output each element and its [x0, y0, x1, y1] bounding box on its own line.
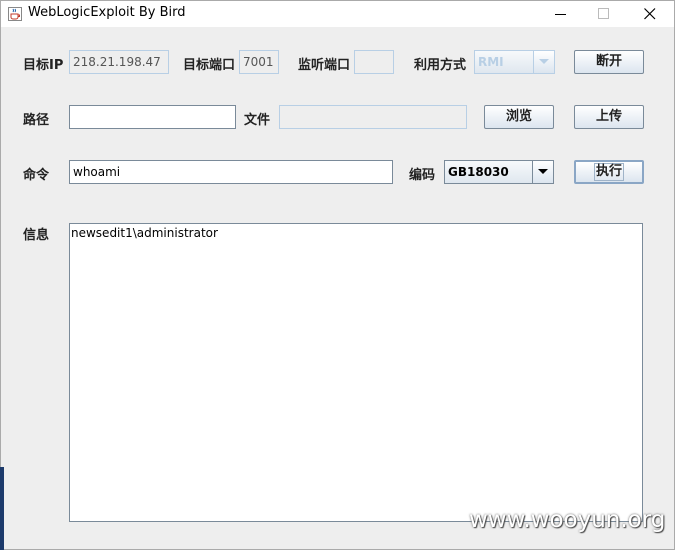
- listen-port-label: 监听端口: [298, 58, 351, 73]
- execute-button-label: 执行: [593, 163, 624, 181]
- encoding-select-value: GB18030: [448, 165, 509, 179]
- title-bar[interactable]: WebLogicExploit By Bird: [1, 1, 674, 27]
- output-textarea[interactable]: newsedit1\administrator: [69, 223, 643, 522]
- chevron-down-icon[interactable]: [533, 51, 554, 73]
- java-cup-icon: [8, 6, 22, 21]
- chevron-down-icon[interactable]: [532, 161, 553, 183]
- target-port-label: 目标端口: [183, 58, 236, 73]
- listen-port-field[interactable]: [354, 50, 394, 74]
- upload-button[interactable]: 上传: [574, 105, 644, 129]
- method-select-value: RMI: [478, 55, 504, 69]
- watermark: www.wooyun.org: [469, 507, 666, 533]
- disconnect-button[interactable]: 断开: [574, 50, 644, 74]
- target-port-field[interactable]: 7001: [239, 50, 279, 74]
- file-field[interactable]: [279, 105, 467, 129]
- method-label: 利用方式: [414, 58, 467, 73]
- app-window: WebLogicExploit By Bird 目标IP 218.21.198.…: [0, 0, 675, 550]
- encoding-label: 编码: [409, 168, 436, 183]
- minimize-button[interactable]: [538, 1, 584, 27]
- target-ip-field[interactable]: 218.21.198.47: [69, 50, 169, 74]
- window-title: WebLogicExploit By Bird: [28, 5, 186, 20]
- command-input[interactable]: whoami: [69, 160, 393, 184]
- execute-button[interactable]: 执行: [574, 160, 644, 184]
- target-ip-label: 目标IP: [23, 58, 64, 73]
- info-label: 信息: [23, 228, 50, 243]
- path-label: 路径: [23, 113, 50, 128]
- command-label: 命令: [23, 168, 50, 183]
- close-button[interactable]: [627, 1, 673, 27]
- maximize-button[interactable]: [581, 1, 627, 27]
- path-field[interactable]: [69, 105, 236, 129]
- encoding-select[interactable]: GB18030: [444, 160, 554, 184]
- method-select[interactable]: RMI: [474, 50, 555, 74]
- browse-button[interactable]: 浏览: [484, 105, 554, 129]
- file-label: 文件: [244, 113, 271, 128]
- desktop-taskbar-edge: [0, 467, 4, 550]
